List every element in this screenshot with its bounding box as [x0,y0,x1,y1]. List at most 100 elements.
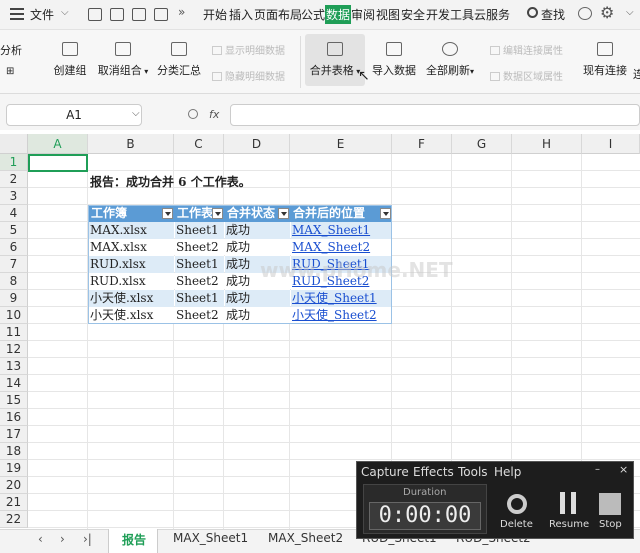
tab-insert[interactable]: 插入 [229,6,253,23]
sheet-tab-report[interactable]: 报告 [122,531,146,548]
table-header[interactable]: 合并状态 [224,205,290,222]
pause-icon[interactable] [560,492,576,514]
column-header-d[interactable]: D [224,134,290,154]
row-header-17[interactable]: 17 [0,426,28,443]
table-header[interactable]: 工作簿 [88,205,174,222]
tab-view[interactable]: 视图 [376,6,400,23]
recorder-menu-capture[interactable]: Capture [361,465,409,479]
tab-security[interactable]: 安全 [401,6,425,23]
data-range-button[interactable]: 数据区域属性 [490,68,563,83]
ribbon-overflow-label[interactable]: 连 [633,66,640,82]
minimize-icon[interactable]: – [595,464,600,475]
delete-icon[interactable] [507,494,527,514]
existing-connections-button[interactable]: 现有连接 [580,42,630,78]
select-all-corner[interactable] [0,134,28,154]
table-cell[interactable]: MAX.xlsx [89,239,174,256]
chat-icon[interactable] [578,7,592,20]
more-icon[interactable]: » [178,5,185,19]
formula-input[interactable] [230,104,640,126]
row-header-1[interactable]: 1 [0,154,28,171]
selected-cell[interactable] [28,154,88,172]
table-cell[interactable]: RUD.xlsx [89,256,174,273]
table-cell[interactable]: Sheet2 [175,307,224,324]
merge-tables-button[interactable]: 合并表格 ▾ [305,34,365,86]
search-icon[interactable] [527,7,538,18]
column-header-e[interactable]: E [290,134,392,154]
tab-home[interactable]: 开始 [203,6,227,23]
table-cell[interactable]: Sheet1 [175,222,224,239]
column-header-h[interactable]: H [512,134,582,154]
hide-detail-button[interactable]: 隐藏明细数据 [212,68,285,83]
row-header-20[interactable]: 20 [0,477,28,494]
recorder-menu-effects[interactable]: Effects [413,465,454,479]
row-header-18[interactable]: 18 [0,443,28,460]
row-header-12[interactable]: 12 [0,341,28,358]
next-sheet-icon[interactable]: › [60,532,65,546]
table-cell[interactable]: 小天使.xlsx [89,307,174,324]
refresh-all-button[interactable]: 全部刷新▾ [424,42,476,78]
tab-developer[interactable]: 开发工具 [426,6,474,23]
print-preview-icon[interactable] [132,8,146,21]
delete-label[interactable]: Delete [500,519,533,530]
row-header-2[interactable]: 2 [0,171,28,188]
table-cell[interactable]: 成功 [225,307,290,324]
column-header-f[interactable]: F [392,134,452,154]
table-cell[interactable]: 成功 [225,290,290,307]
tab-review[interactable]: 审阅 [351,6,375,23]
table-cell[interactable]: 成功 [225,239,290,256]
recorder-menu-help[interactable]: Help [494,465,521,479]
prev-sheet-icon[interactable]: ‹ [38,532,43,546]
row-header-3[interactable]: 3 [0,188,28,205]
create-group-button[interactable]: 创建组 [50,42,90,78]
print-icon[interactable] [154,8,168,21]
filter-dropdown-icon[interactable] [380,208,391,219]
row-header-7[interactable]: 7 [0,256,28,273]
zoom-icon[interactable] [188,109,198,119]
recorder-menu-tools[interactable]: Tools [458,465,488,479]
column-header-c[interactable]: C [174,134,224,154]
filter-dropdown-icon[interactable] [162,208,173,219]
table-link[interactable]: MAX_Sheet1 [291,222,392,239]
table-link[interactable]: 小天使_Sheet2 [291,307,392,324]
file-menu[interactable]: 文件 [30,6,54,23]
chevron-down-icon[interactable]: ⌵ [61,7,69,18]
chevron-down-icon[interactable]: ⌵ [626,7,634,18]
tab-page-layout[interactable]: 页面布局 [254,6,302,23]
row-header-9[interactable]: 9 [0,290,28,307]
import-data-button[interactable]: 导入数据 [370,42,418,78]
column-header-i[interactable]: I [582,134,640,154]
row-header-4[interactable]: 4 [0,205,28,222]
row-header-16[interactable]: 16 [0,409,28,426]
column-header-g[interactable]: G [452,134,512,154]
name-box[interactable]: A1 [6,104,142,126]
edit-links-button[interactable]: 编辑连接属性 [490,42,563,57]
ungroup-button[interactable]: 取消组合 ▾ [95,42,151,78]
resume-label[interactable]: Resume [549,519,589,530]
save-icon[interactable] [110,8,124,21]
stop-icon[interactable] [599,493,621,515]
filter-dropdown-icon[interactable] [212,208,223,219]
table-cell[interactable]: Sheet2 [175,273,224,290]
row-header-21[interactable]: 21 [0,494,28,511]
report-text[interactable]: 报告：成功合并 6 个工作表。 [90,174,251,191]
table-cell[interactable]: Sheet2 [175,239,224,256]
row-header-11[interactable]: 11 [0,324,28,341]
chevron-down-icon[interactable]: ⌵ [132,108,140,119]
table-link[interactable]: 小天使_Sheet1 [291,290,392,307]
table-cell[interactable]: Sheet1 [175,256,224,273]
sheet-tab-max-sheet2[interactable]: MAX_Sheet2 [268,531,343,545]
fx-button[interactable]: fx [209,108,219,121]
table-cell[interactable]: RUD.xlsx [89,273,174,290]
ribbon-partial-icon[interactable]: ⊞ [6,66,14,77]
row-header-8[interactable]: 8 [0,273,28,290]
tab-formula[interactable]: 公式 [301,6,325,23]
row-header-5[interactable]: 5 [0,222,28,239]
show-detail-button[interactable]: 显示明细数据 [212,42,285,57]
stop-label[interactable]: Stop [599,519,622,530]
table-cell[interactable]: 成功 [225,222,290,239]
row-header-15[interactable]: 15 [0,392,28,409]
column-header-b[interactable]: B [88,134,174,154]
hamburger-menu-icon[interactable] [10,8,24,20]
filter-dropdown-icon[interactable] [278,208,289,219]
open-icon[interactable] [88,8,102,21]
